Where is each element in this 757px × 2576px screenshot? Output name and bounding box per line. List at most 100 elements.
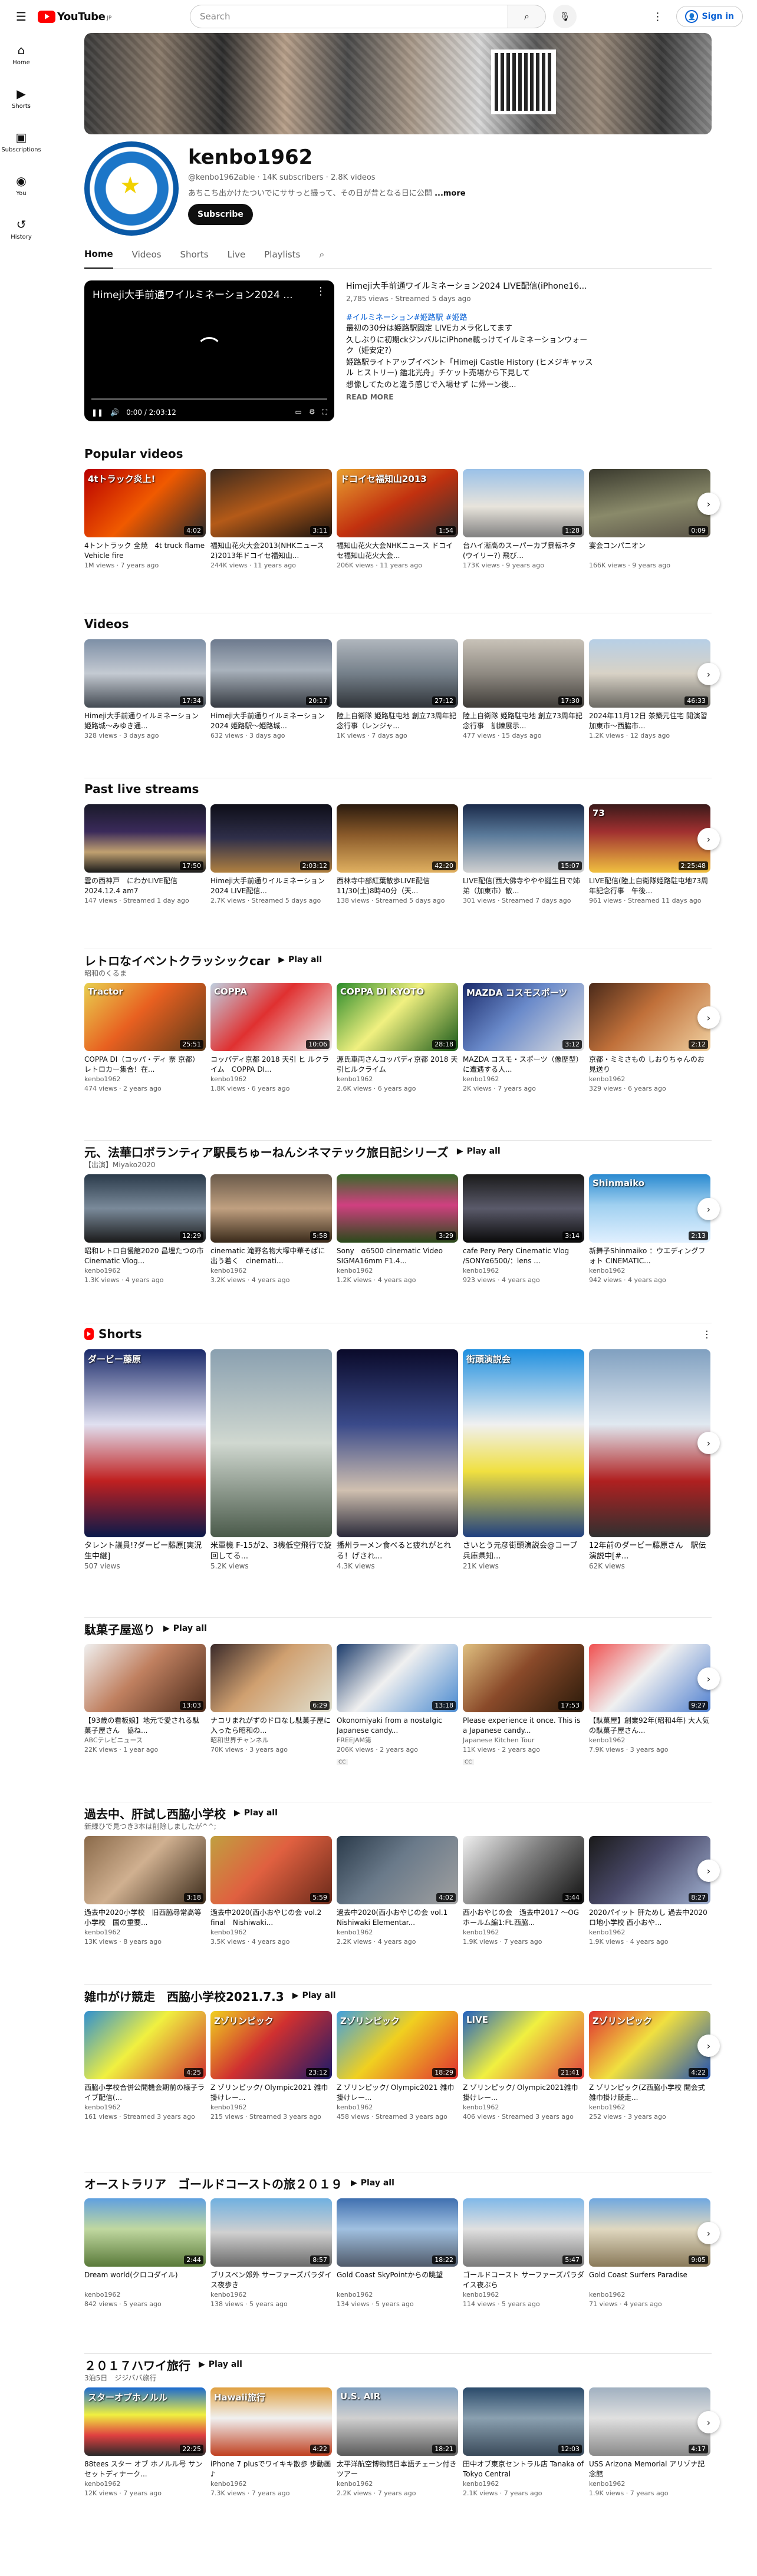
video-card[interactable]: 5:58 cinematic 滝野名物大塚中華そばに出う着く cinemati..… (210, 1174, 332, 1285)
video-title[interactable]: 過去中2020小学校 旧西脇尋常高等小学校 国の重要... (84, 1908, 206, 1928)
video-channel[interactable]: kenbo1962 (210, 1928, 332, 1937)
video-thumbnail[interactable]: 2:12 (589, 983, 710, 1051)
settings-dots-icon[interactable]: ⋮ (647, 11, 668, 23)
video-title[interactable]: Gold Coast SkyPointからの眺望 (337, 2270, 458, 2290)
sidebar-item-you[interactable]: ◉ You (0, 164, 42, 207)
video-title[interactable]: Please experience it once. This is a Jap… (463, 1716, 584, 1736)
video-thumbnail[interactable]: Shinmaiko 2:13 (589, 1174, 710, 1243)
video-channel[interactable]: ABCテレビニュース (84, 1736, 206, 1745)
video-channel[interactable]: kenbo1962 (337, 2103, 458, 2112)
video-title[interactable]: 宴会コンパニオン (589, 541, 710, 561)
tab-live[interactable]: Live (228, 240, 246, 269)
short-title[interactable]: タレント議員!?ダービー藤原[実況生中継] (84, 1541, 206, 1562)
video-title[interactable]: 新舞子Shinmaiko ：ウエディングフォト CINEMATIC... (589, 1246, 710, 1266)
settings-icon[interactable]: ⚙ (309, 408, 315, 417)
video-title[interactable]: LIVE配信(西大佛寺ややや誕生日で姉弟（加東市）散... (463, 876, 584, 896)
video-channel[interactable]: kenbo1962 (210, 2479, 332, 2489)
video-channel[interactable]: kenbo1962 (463, 1075, 584, 1084)
video-channel[interactable]: Japanese Kitchen Tour (463, 1736, 584, 1745)
sidebar-item-home[interactable]: ⌂ Home (0, 33, 42, 77)
read-more-button[interactable]: READ MORE (346, 393, 594, 401)
video-channel[interactable]: kenbo1962 (463, 2103, 584, 2112)
video-thumbnail[interactable]: 4:25 (84, 2011, 206, 2079)
shelf-title[interactable]: 駄菓子屋巡り (84, 1620, 155, 1637)
video-channel[interactable]: kenbo1962 (210, 1266, 332, 1276)
short-thumbnail[interactable]: 街頭演説会 (463, 1349, 584, 1537)
video-thumbnail[interactable]: 15:07 (463, 804, 584, 873)
video-card[interactable]: 13:18 Okonomiyaki from a nostalgic Japane… (337, 1644, 458, 1766)
video-thumbnail[interactable]: 3:44 (463, 1836, 584, 1904)
play-all-button[interactable]: ▶ Play all (278, 955, 322, 965)
video-card[interactable]: 3:18 過去中2020小学校 旧西脇尋常高等小学校 国の重要... kenbo19… (84, 1836, 206, 1947)
shelf-title[interactable]: Videos (84, 617, 129, 631)
play-all-button[interactable]: ▶ Play all (199, 2360, 242, 2369)
video-title[interactable]: 西林寺中部紅葉散歩LIVE配信11/30(土)8時40分（天... (337, 876, 458, 896)
video-card[interactable]: 12:29 昭和レトロ自慢館2020 昌埋たつの市Cinematic Vlog..… (84, 1174, 206, 1285)
video-title[interactable]: COPPA DI（コッパ・ディ 奈 京都）レトロカー集合！在... (84, 1055, 206, 1075)
video-thumbnail[interactable]: ドコイセ福知山2013 1:54 (337, 469, 458, 537)
video-channel[interactable]: FREEJAM第 (337, 1736, 458, 1745)
video-card[interactable]: 27:12 陸上自衛隊 姫路駐屯地 創立73周年記念行事（レンジャ... 1K vi… (337, 639, 458, 741)
video-card[interactable]: 17:50 雲の西神戸 にわかLIVE配信 2024.12.4 am7 147 vi… (84, 804, 206, 906)
shelf-title[interactable]: Past live streams (84, 782, 199, 796)
video-card[interactable]: ドコイセ福知山2013 1:54 福知山花火大会NHKニュース ドコイセ福知山花火大… (337, 469, 458, 570)
video-card[interactable]: U.S. AIR 18:21 太平洋航空博物館日本語チェーン付きツアー kenbo19… (337, 2387, 458, 2498)
progress-bar[interactable] (91, 398, 327, 400)
video-card[interactable]: 8:57 ブリスベン郊外 サーファーズパラダイス夜歩き kenbo1962 138 v… (210, 2198, 332, 2309)
video-title[interactable]: 陸上自衛隊 姫路駐屯地 創立73周年記念行事（レンジャ... (337, 711, 458, 731)
short-title[interactable]: さいとう元彦街頭演説会@コープ 兵庫県知... (463, 1541, 584, 1562)
video-thumbnail[interactable]: LIVE 21:41 (463, 2011, 584, 2079)
video-thumbnail[interactable]: Hawaii旅行 4:22 (210, 2387, 332, 2456)
video-thumbnail[interactable]: 3:18 (84, 1836, 206, 1904)
video-title[interactable]: LIVE配信(陸上自衛隊姫路駐屯地73周年記念行事 午後... (589, 876, 710, 896)
video-card[interactable]: 4tトラック炎上! 4:02 4トントラック 全焼 4t truck flame V… (84, 469, 206, 570)
video-card[interactable]: Zゾリンピック 4:22 Z ゾリンピック(Z西脇小学校 開会式雑巾掛け競走... k… (589, 2011, 710, 2122)
shelf-title[interactable]: 雑巾がけ競走 西脇小学校2021.7.3 (84, 1987, 284, 2004)
video-title[interactable]: Himeji大手前通りイルミネーション 姫路城〜みゆき通... (84, 711, 206, 731)
sidebar-item-subscriptions[interactable]: ▣ Subscriptions (0, 120, 42, 164)
video-title[interactable]: 2024年11月12日 茶築元住宅 閲演習 加東市〜西脇市... (589, 711, 710, 731)
video-card[interactable]: 5:47 ゴールドコースト サーファーズパラダイス夜ぶら kenbo1962 114 … (463, 2198, 584, 2309)
video-card[interactable]: 3:44 西小おやじの会 過去中2017 〜OGホールム編1:Ft.西脇... ke… (463, 1836, 584, 1947)
video-channel[interactable]: kenbo1962 (463, 1928, 584, 1937)
short-card[interactable]: 12年前のダービー藤原さん 駅伝演説中[#... 62K views (589, 1349, 710, 1570)
short-card[interactable]: ダービー藤原 タレント議員!?ダービー藤原[実況生中継] 507 views (84, 1349, 206, 1570)
video-channel[interactable]: kenbo1962 (337, 2479, 458, 2489)
play-all-button[interactable]: ▶ Play all (457, 1147, 501, 1156)
sidebar-item-shorts[interactable]: ▶ Shorts (0, 77, 42, 120)
volume-icon[interactable]: 🔊 (110, 408, 119, 417)
video-card[interactable]: COPPA DI KYOTO 28:18 源氏車両さんコッパディ京都 2018 天引… (337, 983, 458, 1094)
video-thumbnail[interactable]: 46:33 (589, 639, 710, 708)
video-thumbnail[interactable]: 20:17 (210, 639, 332, 708)
video-channel[interactable]: kenbo1962 (463, 2290, 584, 2300)
video-title[interactable]: 雲の西神戸 にわかLIVE配信 2024.12.4 am7 (84, 876, 206, 896)
short-card[interactable]: 米軍機 F-15が2、3機低空飛行で旋回してる... 5.2K views (210, 1349, 332, 1570)
next-arrow-button[interactable]: › (697, 2411, 720, 2433)
video-title[interactable]: Okonomiyaki from a nostalgic Japanese ca… (337, 1716, 458, 1736)
video-thumbnail[interactable]: MAZDA コスモスポーツ 3:12 (463, 983, 584, 1051)
video-player[interactable]: Himeji大手前通ワイルミネーション2024 ... ⋮ ❚❚ 🔊 0:00 … (84, 280, 334, 421)
video-card[interactable]: 12:03 田中オブ東京セントラル店 Tanaka of Tokyo Centra… (463, 2387, 584, 2498)
short-title[interactable]: 米軍機 F-15が2、3機低空飛行で旋回してる... (210, 1541, 332, 1562)
shelf-title[interactable]: ２０１７ハワイ旅行 (84, 2356, 190, 2373)
channel-description[interactable]: あちこち出かけたついでにササっと撮って、その日が昔となる日に公開 ...more (188, 187, 466, 198)
short-thumbnail[interactable]: ダービー藤原 (84, 1349, 206, 1537)
pause-icon[interactable]: ❚❚ (91, 408, 103, 417)
video-card[interactable]: 9:27 【駄菓屋】創業92年(昭和4年) 大人気の駄菓子屋さん... kenbo1… (589, 1644, 710, 1766)
video-thumbnail[interactable]: 5:47 (463, 2198, 584, 2267)
play-all-button[interactable]: ▶ Play all (163, 1624, 207, 1633)
video-card[interactable]: 3:14 cafe Pery Pery Cinematic Vlog /SONYα… (463, 1174, 584, 1285)
tab-home[interactable]: Home (84, 240, 113, 269)
video-card[interactable]: 17:34 Himeji大手前通りイルミネーション 姫路城〜みゆき通... 328 … (84, 639, 206, 741)
video-thumbnail[interactable]: Tractor 25:51 (84, 983, 206, 1051)
video-title[interactable]: 田中オブ東京セントラル店 Tanaka of Tokyo Central (463, 2459, 584, 2479)
video-card[interactable]: 2:12 京都・ミミさもの しおりちゃんのお見送り kenbo1962 329 vie… (589, 983, 710, 1094)
video-thumbnail[interactable]: 4:02 (337, 1836, 458, 1904)
video-channel[interactable]: kenbo1962 (337, 1075, 458, 1084)
video-card[interactable]: 4:02 過去中2020(西小おやじの会 vol.1 Nishiwaki Elem… (337, 1836, 458, 1947)
video-title[interactable]: 4トントラック 全焼 4t truck flame Vehicle fire (84, 541, 206, 561)
video-channel[interactable]: kenbo1962 (84, 1075, 206, 1084)
video-title[interactable]: Z ゾリンピック/ Olympic2021 雑巾掛けレー... (337, 2083, 458, 2103)
video-thumbnail[interactable]: Zゾリンピック 18:29 (337, 2011, 458, 2079)
video-title[interactable]: 太平洋航空博物館日本語チェーン付きツアー (337, 2459, 458, 2479)
